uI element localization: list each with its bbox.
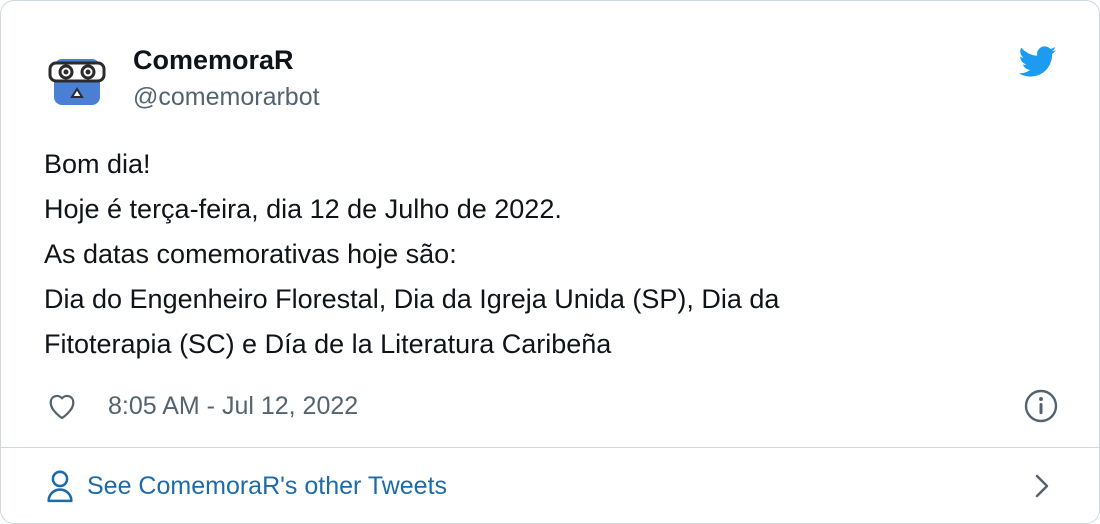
- chevron-right-icon[interactable]: [1029, 471, 1055, 501]
- see-other-tweets-label[interactable]: See ComemoraR's other Tweets: [87, 470, 447, 502]
- heart-icon[interactable]: [45, 389, 79, 423]
- robot-avatar-icon[interactable]: [46, 51, 108, 113]
- tweet-line: As datas comemorativas hoje são:: [44, 239, 457, 269]
- see-other-tweets-link[interactable]: See ComemoraR's other Tweets: [1, 448, 1099, 523]
- tweet-line: Bom dia!: [44, 149, 151, 179]
- author-name[interactable]: ComemoraR: [133, 45, 294, 76]
- person-icon: [45, 469, 75, 503]
- author-handle[interactable]: @comemorarbot: [133, 83, 320, 112]
- tweet-card: ComemoraR @comemorarbot Bom dia! Hoje é …: [0, 0, 1100, 524]
- tweet-timestamp[interactable]: 8:05 AM - Jul 12, 2022: [108, 389, 358, 423]
- tweet-text: Bom dia! Hoje é terça-feira, dia 12 de J…: [44, 142, 984, 367]
- info-icon[interactable]: [1023, 388, 1059, 424]
- tweet-line: Fitoterapia (SC) e Día de la Literatura …: [44, 329, 612, 359]
- tweet-line: Dia do Engenheiro Florestal, Dia da Igre…: [44, 284, 780, 314]
- twitter-bird-icon[interactable]: [1018, 45, 1057, 79]
- tweet-line: Hoje é terça-feira, dia 12 de Julho de 2…: [44, 194, 562, 224]
